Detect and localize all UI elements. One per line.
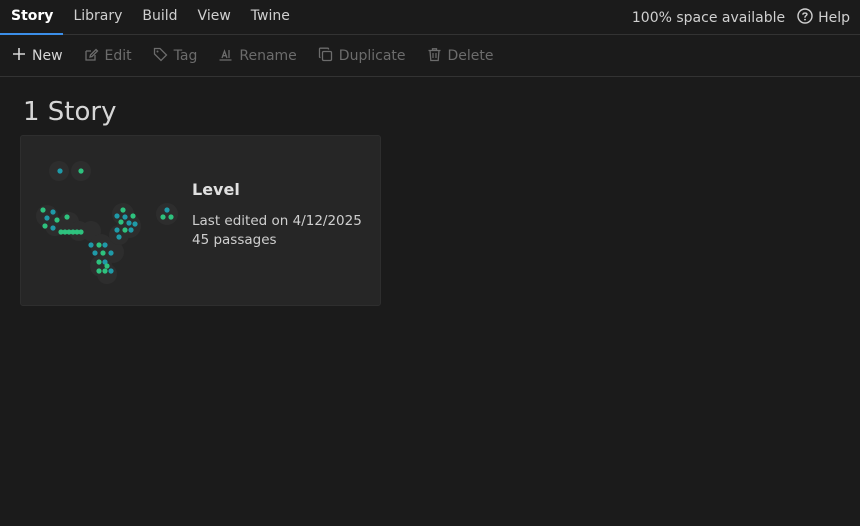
rename-button[interactable]: Rename	[218, 47, 297, 66]
passage-dot	[116, 234, 122, 240]
tab-twine[interactable]: Twine	[241, 0, 300, 35]
passage-dot	[122, 214, 128, 220]
passage-dot	[160, 214, 166, 220]
trash-icon	[427, 47, 448, 66]
passage-dot	[132, 221, 138, 227]
passage-dot	[114, 213, 120, 219]
help-icon	[797, 7, 818, 28]
edit-label: Edit	[104, 48, 132, 64]
passage-dot	[128, 227, 134, 233]
passage-dot	[50, 209, 56, 215]
duplicate-label: Duplicate	[338, 48, 406, 64]
duplicate-icon	[318, 47, 339, 66]
passage-dot	[96, 268, 102, 274]
passage-dot	[118, 219, 124, 225]
plus-icon	[12, 47, 32, 65]
passage-dot	[40, 207, 46, 213]
passage-dot	[50, 225, 56, 231]
top-tabs: Story Library Build View Twine	[0, 0, 300, 35]
tag-label: Tag	[173, 48, 198, 64]
passage-dot	[78, 168, 84, 174]
passage-dot	[120, 207, 126, 213]
passage-dot	[168, 214, 174, 220]
rename-icon	[218, 47, 239, 66]
delete-label: Delete	[447, 48, 494, 64]
help-button[interactable]: Help	[797, 7, 850, 28]
passage-dot	[78, 229, 84, 235]
passage-dot	[54, 217, 60, 223]
rename-label: Rename	[239, 48, 297, 64]
storage-status: 100% space available	[631, 9, 786, 26]
passage-dot	[102, 242, 108, 248]
duplicate-button[interactable]: Duplicate	[318, 47, 406, 66]
tab-library[interactable]: Library	[63, 0, 132, 35]
passage-dot	[44, 215, 50, 221]
story-toolbar: New Edit Tag Rename Duplicate Delete	[0, 36, 860, 77]
story-last-edited: Last edited on 4/12/2025	[192, 213, 362, 229]
new-button[interactable]: New	[12, 47, 63, 65]
library-heading: 1 Story	[23, 97, 117, 127]
passage-dot	[96, 259, 102, 265]
passage-dot	[126, 220, 132, 226]
top-bar: Story Library Build View Twine 100% spac…	[0, 0, 860, 35]
passage-dot	[88, 242, 94, 248]
passage-dot	[114, 227, 120, 233]
passage-dot	[64, 214, 70, 220]
passage-dot	[104, 263, 110, 269]
edit-icon	[84, 47, 105, 66]
passage-dot	[96, 242, 102, 248]
passage-dot	[108, 268, 114, 274]
passage-dot	[108, 250, 114, 256]
new-label: New	[32, 48, 63, 64]
passage-dot	[130, 213, 136, 219]
top-right-area: 100% space available Help	[632, 0, 850, 35]
tab-story[interactable]: Story	[0, 0, 64, 35]
passage-dot	[122, 227, 128, 233]
passage-dot	[100, 250, 106, 256]
help-label: Help	[818, 9, 850, 26]
tab-view[interactable]: View	[188, 0, 241, 35]
tag-button[interactable]: Tag	[153, 47, 198, 66]
story-card[interactable]: Level Last edited on 4/12/2025 45 passag…	[20, 135, 381, 306]
story-map-preview	[36, 161, 178, 284]
tab-build[interactable]: Build	[132, 0, 187, 35]
edit-button[interactable]: Edit	[84, 47, 132, 66]
tag-icon	[153, 47, 174, 66]
passage-dot	[102, 268, 108, 274]
passage-dot	[42, 223, 48, 229]
story-title: Level	[192, 180, 240, 199]
delete-button[interactable]: Delete	[427, 47, 494, 66]
passage-dot	[57, 168, 63, 174]
story-passage-count: 45 passages	[192, 232, 277, 248]
passage-dot	[164, 207, 170, 213]
passage-dot	[92, 250, 98, 256]
